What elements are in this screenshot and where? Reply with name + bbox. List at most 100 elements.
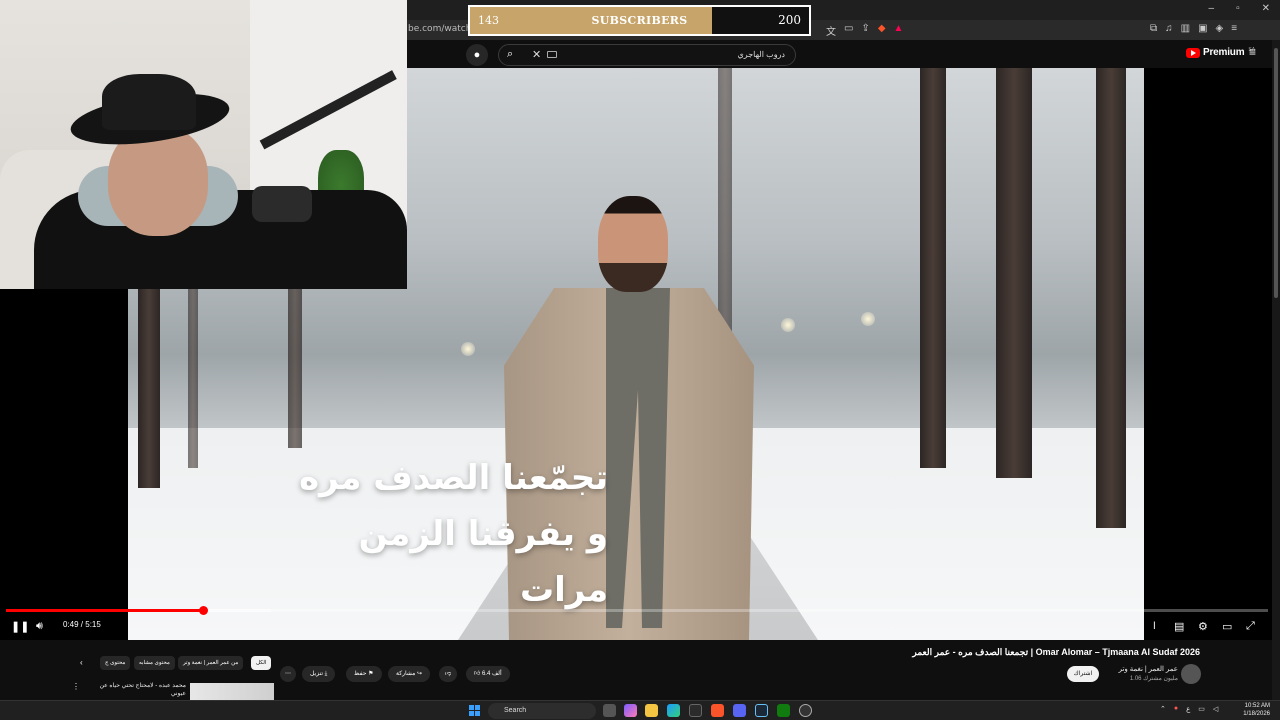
chip-from-channel[interactable]: من عمر العمر | نغمة وتر [178, 656, 244, 670]
fullscreen-icon[interactable]: ⤢ [1246, 620, 1255, 633]
download-button[interactable]: تنزيل ⤓ [302, 666, 336, 682]
speaker-icon[interactable]: ◁ [1213, 705, 1218, 713]
channel-avatar[interactable] [1181, 664, 1201, 684]
search-input[interactable]: دروب الهاجري [738, 50, 785, 59]
browser-extensions: 文 ▭ ⇪ ◆ ▲ [826, 23, 903, 38]
settings-gear-icon[interactable]: ⚙ [1198, 620, 1208, 633]
edge-icon[interactable] [667, 704, 680, 717]
brave-rewards-icon[interactable]: ▲ [894, 23, 904, 38]
street-light [461, 342, 475, 356]
obs-icon[interactable] [799, 704, 812, 717]
channel-subscriber-count: 1.06 مليون مشترك [1129, 676, 1178, 682]
thumbs-down-icon: 👎︎ [445, 671, 452, 677]
steam-icon[interactable] [755, 704, 768, 717]
browser-toolbar-icons: ⧉ ♫ ▥ ▣ ◈ ≡ [1150, 23, 1237, 34]
tray-chevron-icon[interactable]: ⌃ [1160, 705, 1166, 713]
share-icon[interactable]: ⇪ [861, 23, 869, 38]
brave-shield-icon[interactable]: ◆ [878, 23, 886, 38]
chip-related[interactable]: محتوى مشابه [134, 656, 175, 670]
dislike-button[interactable]: 👎︎ [439, 666, 458, 682]
save-label: حفظ [354, 671, 367, 677]
restore-button[interactable]: ▫ [1236, 3, 1240, 14]
browser-menu-icon[interactable]: ≡ [1231, 23, 1237, 34]
singer-head [598, 196, 668, 292]
cast-icon[interactable]: ▭ [844, 23, 853, 38]
share-label: مشاركة [396, 671, 416, 677]
kebab-menu-icon[interactable]: ⋮ [72, 682, 80, 691]
pause-icon[interactable]: ❚❚ [11, 620, 29, 633]
media-icon[interactable]: ♫ [1165, 23, 1173, 34]
subscriber-goal-bar: 143 SUBSCRIBERS 200 [468, 5, 811, 36]
lyrics-line-1: تجمّعنا الصدف مره [299, 458, 608, 498]
subscribe-button[interactable]: اشتراك [1067, 666, 1099, 682]
chip-all[interactable]: الكل [251, 656, 272, 670]
video-title: تجمعنا الصدف مره - عمر العمر | Omar Alom… [912, 647, 1200, 657]
webcam-overlay [0, 0, 407, 289]
copilot-icon[interactable] [624, 704, 637, 717]
file-explorer-icon[interactable] [645, 704, 658, 717]
subscriber-label: SUBSCRIBERS [591, 14, 688, 27]
theater-mode-icon[interactable]: ▭ [1222, 620, 1232, 633]
volume-icon[interactable]: 🔊︎ [36, 620, 43, 633]
recommendation-thumbnail[interactable] [190, 683, 274, 700]
keyboard-icon[interactable] [547, 51, 557, 58]
recommendation-title[interactable]: محمد عبده - لامحتاج تحتي حياه عن عيوني [86, 682, 186, 698]
like-button[interactable]: 👍︎ 6.4 ألف [466, 666, 510, 682]
cowboy-hat-crown [102, 74, 196, 130]
subtitles-icon[interactable]: ▤ [1174, 620, 1184, 633]
microphone [252, 186, 312, 222]
share-arrow-icon: ↪ [415, 671, 423, 677]
store-icon[interactable] [689, 704, 702, 717]
taskbar-clock[interactable]: 10:52 AM 1/18/2026 [1238, 702, 1270, 718]
windows-start-icon[interactable] [469, 705, 480, 716]
hamburger-menu-icon[interactable]: ≡ [1249, 45, 1256, 59]
tree [920, 68, 946, 468]
brave-icon[interactable] [711, 704, 724, 717]
taskbar-search[interactable]: Search [488, 703, 596, 719]
more-actions-button[interactable]: ⋯ [280, 666, 296, 682]
language-indicator[interactable]: ع [1186, 705, 1190, 713]
share-button[interactable]: مشاركة ↪ [388, 666, 431, 682]
microphone-icon: ● [473, 49, 481, 61]
page-scrollbar[interactable] [1272, 40, 1280, 700]
extension-icon[interactable]: ⧉ [1150, 23, 1157, 34]
search-box[interactable]: ⌕ ✕ دروب الهاجري [498, 44, 796, 66]
tray-mic-icon[interactable]: ● [1174, 705, 1178, 713]
channel-name[interactable]: عمر العمر | نغمة وتر [1119, 665, 1178, 673]
windows-taskbar: ⌕ Search ⌃ ● ع ▭ ◁ 10:52 AM 1/18/2026 [0, 700, 1280, 720]
youtube-play-icon [1186, 47, 1200, 58]
minimize-button[interactable]: – [1209, 3, 1215, 14]
discord-icon[interactable] [733, 704, 746, 717]
youtube-logo[interactable]: Premium SA [1186, 47, 1255, 58]
sidebar-icon[interactable]: ▥ [1181, 23, 1190, 34]
progress-played [6, 609, 203, 612]
close-button[interactable]: ✕ [1262, 3, 1270, 14]
wallet-icon[interactable]: ▣ [1198, 23, 1207, 34]
tree [1096, 68, 1126, 528]
scrollbar-thumb[interactable] [1274, 48, 1278, 298]
subscriber-goal: 200 [778, 13, 801, 27]
tree [996, 68, 1032, 478]
translate-icon[interactable]: 文 [826, 23, 836, 38]
thumbs-up-icon: 👍︎ [474, 671, 482, 677]
window-controls: – ▫ ✕ [1209, 3, 1271, 14]
clear-search-icon[interactable]: ✕ [532, 48, 541, 61]
autoplay-toggle-icon[interactable]: ⏽ [1150, 620, 1159, 633]
progress-scrubber[interactable] [198, 606, 208, 615]
time-display: 0:49 / 5:15 [56, 617, 108, 633]
save-button[interactable]: حفظ ⚑ [346, 666, 382, 682]
excel-icon[interactable] [777, 704, 790, 717]
network-icon[interactable]: ▭ [1198, 705, 1205, 713]
progress-bar[interactable] [6, 606, 1268, 615]
logo-text: Premium [1203, 47, 1245, 58]
screen: – ▫ ✕ be.com/watch?v=8 文 ▭ ⇪ ◆ ▲ ⧉ ♫ ▥ ▣… [0, 0, 1280, 720]
bookmark-icon: ⚑ [366, 671, 374, 677]
chevron-left-icon[interactable]: ‹ [80, 658, 83, 667]
search-icon[interactable]: ⌕ [507, 48, 513, 61]
street-light [861, 312, 875, 326]
vpn-icon[interactable]: ◈ [1216, 23, 1224, 34]
like-count: 6.4 ألف [481, 671, 502, 677]
voice-search-button[interactable]: ● [466, 44, 488, 66]
chip-more[interactable]: محتوى ج [100, 656, 131, 670]
task-view-icon[interactable] [603, 704, 616, 717]
